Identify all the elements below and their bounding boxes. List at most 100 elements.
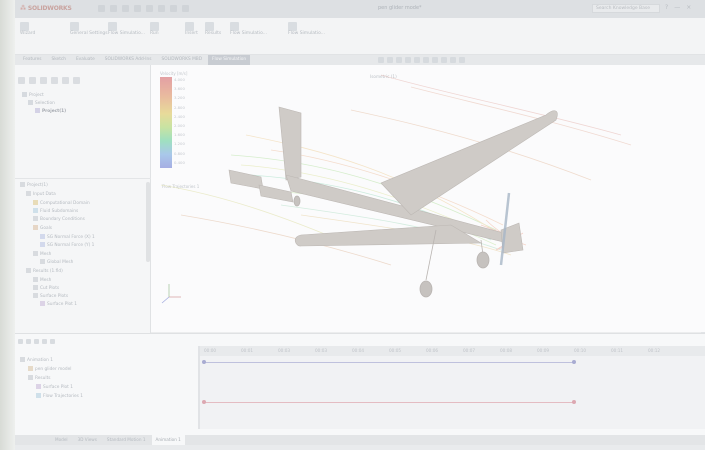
select-icon[interactable] — [158, 5, 165, 12]
tree-item-surface-plot-1[interactable]: Surface Plot 1 — [40, 301, 77, 307]
tree-item-input-data[interactable]: Input Data — [26, 191, 56, 197]
appearance-icon[interactable] — [441, 57, 447, 63]
tree-scrollbar[interactable] — [146, 182, 150, 262]
rebuild-icon[interactable] — [170, 5, 177, 12]
scene-icon[interactable] — [450, 57, 456, 63]
tree-item-goal-y[interactable]: SG Normal Force (Y) 1 — [40, 242, 94, 248]
tree-item-boundary-conditions[interactable]: Boundary Conditions — [33, 216, 85, 222]
feature-tree-icon[interactable] — [18, 77, 25, 84]
folder-icon — [22, 92, 27, 97]
tree-item-goals[interactable]: Goals — [33, 225, 52, 231]
tree-item-project-1[interactable]: Project(1) — [35, 108, 66, 114]
search-placeholder: Search Knowledge Base — [596, 6, 651, 11]
save-icon[interactable] — [122, 5, 129, 12]
key-point[interactable] — [202, 400, 206, 404]
ribbon-label: Insert — [185, 31, 198, 36]
selection-icon — [28, 100, 33, 105]
glider-flow-model[interactable] — [151, 65, 705, 332]
key-point[interactable] — [572, 400, 576, 404]
tab-3d-views[interactable]: 3D Views — [74, 435, 101, 445]
ribbon-item-flow-sim-3[interactable]: Flow Simulatio... — [288, 22, 325, 36]
tab-addins[interactable]: SOLIDWORKS Add-Ins — [101, 55, 156, 65]
previous-view-icon[interactable] — [396, 57, 402, 63]
ds-logo-icon: ⁂ — [20, 5, 28, 12]
tree-item-fluid-subdomains[interactable]: Fluid Subdomains — [33, 208, 78, 214]
vertical-fin — [278, 106, 302, 181]
hide-show-icon[interactable] — [432, 57, 438, 63]
ribbon-label: Flow Simulatio... — [108, 31, 146, 36]
tab-features[interactable]: Features — [19, 55, 45, 65]
search-input[interactable]: Search Knowledge Base — [592, 4, 660, 13]
ribbon-item-insert[interactable]: Insert — [185, 22, 198, 36]
flow-tree-icon[interactable] — [62, 77, 69, 84]
tree-item-results[interactable]: Results (1.fld) — [26, 268, 63, 274]
timeline-tick: 00:12 — [648, 348, 661, 353]
print-icon[interactable] — [134, 5, 141, 12]
display-style-icon[interactable] — [423, 57, 429, 63]
tab-flow-simulation[interactable]: Flow Simulation — [208, 55, 251, 65]
tab-evaluate[interactable]: Evaluate — [72, 55, 99, 65]
motion-tree-model[interactable]: pen glider model — [28, 366, 71, 372]
tree-item-selection[interactable]: Selection — [28, 100, 55, 106]
calculate-icon[interactable] — [18, 339, 23, 344]
help-icon[interactable]: ? — [665, 4, 668, 11]
zoom-area-icon[interactable] — [387, 57, 393, 63]
tree-item-mesh[interactable]: Mesh — [33, 251, 51, 257]
close-icon[interactable]: × — [686, 4, 691, 11]
play-icon[interactable] — [26, 339, 31, 344]
results-icon — [205, 22, 214, 31]
timeline-track-trajectories[interactable] — [204, 402, 575, 403]
tree-label: SG Normal Force (Y) 1 — [47, 243, 95, 248]
config-icon[interactable] — [40, 77, 47, 84]
tree-item-cut-plots[interactable]: Cut Plots — [33, 285, 59, 291]
zoom-fit-icon[interactable] — [378, 57, 384, 63]
tab-mbd[interactable]: SOLIDWORKS MBD — [157, 55, 206, 65]
new-icon[interactable] — [98, 5, 105, 12]
tree-item-project[interactable]: Project — [22, 92, 44, 98]
open-icon[interactable] — [110, 5, 117, 12]
view-settings-icon[interactable] — [459, 57, 465, 63]
motion-tree-flow-trajectories[interactable]: Flow Trajectories 1 — [36, 393, 83, 399]
tree-item-project-root[interactable]: Project(1) — [20, 182, 48, 188]
undo-icon[interactable] — [146, 5, 153, 12]
tree-item-results-mesh[interactable]: Mesh — [33, 277, 51, 283]
ribbon-item-results[interactable]: Results — [205, 22, 221, 36]
expand-icon[interactable] — [73, 77, 80, 84]
tab-model[interactable]: Model — [51, 435, 72, 445]
record-icon[interactable] — [42, 339, 47, 344]
tree-label: Surface Plot 1 — [47, 302, 77, 307]
tree-item-surface-plots[interactable]: Surface Plots — [33, 293, 68, 299]
tab-animation[interactable]: Animation 1 — [151, 435, 185, 445]
ribbon-item-run[interactable]: Run — [150, 22, 159, 36]
ribbon-item-wizard[interactable]: Wizard — [20, 22, 35, 36]
motion-tree-surface-plot[interactable]: Surface Plot 1 — [36, 384, 73, 390]
view-orientation-icon[interactable] — [414, 57, 420, 63]
options-icon[interactable] — [182, 5, 189, 12]
ribbon-item-flow-sim[interactable]: Flow Simulatio... — [108, 22, 145, 36]
minimize-icon[interactable]: — — [674, 4, 680, 11]
timeline-header[interactable] — [200, 346, 705, 356]
status-bar — [15, 445, 705, 450]
tab-standard-motion[interactable]: Standard Motion 1 — [103, 435, 150, 445]
timeline-track-model[interactable] — [204, 362, 575, 363]
section-view-icon[interactable] — [405, 57, 411, 63]
app-logo[interactable]: ⁂ SOLIDWORKS — [20, 5, 72, 12]
display-icon[interactable] — [51, 77, 58, 84]
timeline-area[interactable] — [200, 356, 705, 429]
property-icon[interactable] — [29, 77, 36, 84]
tree-item-global-mesh[interactable]: Global Mesh — [40, 259, 73, 265]
ribbon-label: General Settings — [70, 31, 108, 36]
filter-icon[interactable] — [50, 339, 55, 344]
key-point[interactable] — [202, 360, 206, 364]
tree-item-goal-x[interactable]: SG Normal Force (X) 1 — [40, 234, 95, 240]
insert-icon — [185, 22, 194, 31]
ribbon-item-flow-sim-2[interactable]: Flow Simulatio... — [230, 22, 267, 36]
tree-item-computational-domain[interactable]: Computational Domain — [33, 200, 90, 206]
ribbon-item-settings[interactable]: General Settings — [70, 22, 108, 36]
key-point[interactable] — [572, 360, 576, 364]
motion-tree-results[interactable]: Results — [28, 375, 51, 381]
tree-label: Computational Domain — [40, 201, 90, 206]
stop-icon[interactable] — [34, 339, 39, 344]
motion-tree-animation[interactable]: Animation 1 — [20, 357, 53, 363]
tab-sketch[interactable]: Sketch — [47, 55, 69, 65]
